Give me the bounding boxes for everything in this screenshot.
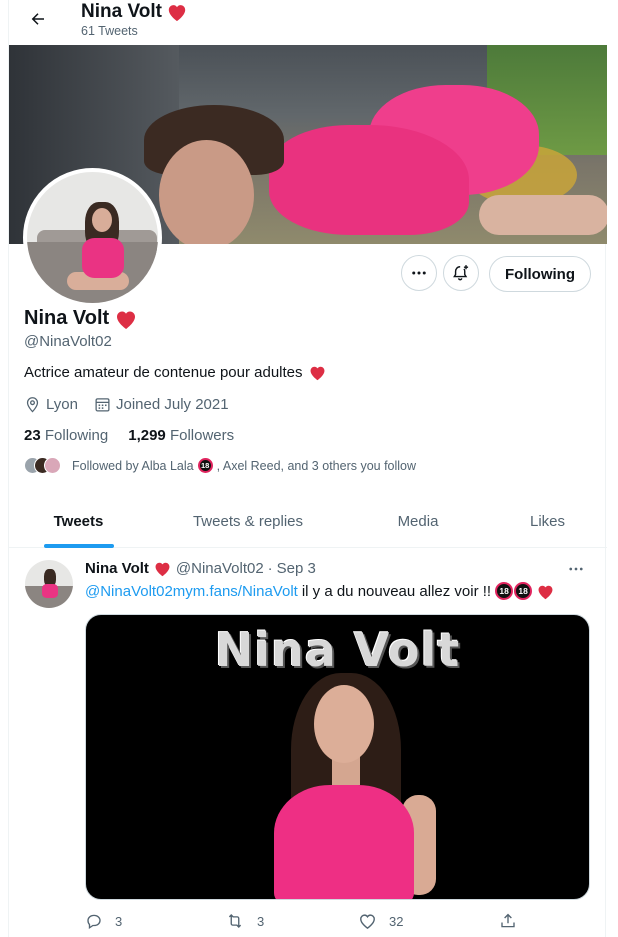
share-icon bbox=[501, 913, 515, 928]
profile-stats: 23 Following 1,299 Followers bbox=[24, 427, 234, 444]
tweet-actions: 3 3 32 bbox=[85, 912, 525, 932]
profile-tabs: Tweets Tweets & replies Media Likes bbox=[9, 495, 607, 548]
retweet-icon bbox=[228, 914, 242, 928]
calendar-icon bbox=[95, 398, 110, 412]
retweet-button[interactable]: 3 bbox=[225, 912, 264, 930]
tab-media[interactable]: Media bbox=[348, 495, 488, 548]
share-button[interactable] bbox=[499, 912, 517, 930]
profile-handle: @NinaVolt02 bbox=[24, 333, 112, 350]
followers-link[interactable]: 1,299 Followers bbox=[128, 427, 234, 444]
tweet-count: 61 Tweets bbox=[81, 24, 138, 38]
heart-icon bbox=[117, 311, 136, 329]
back-button[interactable] bbox=[25, 6, 51, 32]
followed-by-line[interactable]: Followed by Alba Lala 18 , Axel Reed, an… bbox=[24, 457, 416, 474]
heart-icon bbox=[155, 562, 170, 577]
following-link[interactable]: 23 Following bbox=[24, 427, 108, 444]
tab-tweets[interactable]: Tweets bbox=[9, 495, 148, 548]
profile-column: Nina Volt 61 Tweets Following Nina Volt … bbox=[8, 0, 607, 937]
profile-meta: Lyon Joined July 2021 bbox=[24, 396, 229, 413]
tab-tweets-replies[interactable]: Tweets & replies bbox=[148, 495, 348, 548]
location-icon bbox=[26, 397, 39, 413]
reply-button[interactable]: 3 bbox=[85, 912, 122, 930]
tweet-author-handle[interactable]: @NinaVolt02 bbox=[176, 560, 264, 577]
tab-likes[interactable]: Likes bbox=[488, 495, 607, 548]
header-title: Nina Volt bbox=[81, 1, 188, 23]
tweet-author-name[interactable]: Nina Volt bbox=[85, 560, 149, 577]
tweet-avatar[interactable] bbox=[25, 560, 73, 608]
more-icon bbox=[412, 271, 426, 275]
active-tab-indicator bbox=[43, 544, 114, 548]
tweet-link[interactable]: mym.fans/NinaVolt bbox=[173, 583, 298, 600]
heart-icon bbox=[168, 5, 186, 22]
profile-bio: Actrice amateur de contenue pour adultes bbox=[24, 364, 327, 381]
media-title-text: Nina Volt bbox=[214, 623, 461, 677]
tweet-separator: · bbox=[267, 560, 273, 577]
heart-icon bbox=[310, 366, 324, 381]
more-button[interactable] bbox=[401, 255, 437, 291]
reply-icon bbox=[87, 914, 101, 930]
follower-avatars bbox=[24, 457, 61, 474]
like-icon bbox=[360, 914, 375, 929]
tweet-header: Nina Volt @NinaVolt02 · Sep 3 bbox=[85, 560, 316, 577]
bell-plus-icon bbox=[453, 265, 469, 281]
eighteen-badge-icon: 18 bbox=[197, 458, 213, 473]
profile-avatar[interactable] bbox=[23, 168, 162, 307]
profile-name: Nina Volt bbox=[24, 307, 138, 330]
tweet-mention[interactable]: @NinaVolt02 bbox=[85, 583, 173, 600]
eighteen-badge-icon: 18 bbox=[495, 582, 514, 600]
following-button[interactable]: Following bbox=[489, 256, 591, 292]
top-header: Nina Volt 61 Tweets bbox=[9, 0, 607, 45]
like-button[interactable]: 32 bbox=[358, 912, 403, 930]
tweet-date[interactable]: Sep 3 bbox=[277, 560, 316, 577]
profile-joined: Joined July 2021 bbox=[94, 396, 229, 413]
tweet-more-button[interactable] bbox=[567, 560, 585, 582]
eighteen-badge-icon: 18 bbox=[514, 582, 533, 600]
heart-icon bbox=[538, 585, 553, 599]
tweet-text: @NinaVolt02 mym.fans/NinaVolt il y a du n… bbox=[85, 582, 555, 600]
tweet-media-image[interactable]: Nina Volt bbox=[85, 614, 590, 900]
more-icon bbox=[569, 567, 583, 571]
back-arrow-icon bbox=[31, 13, 44, 25]
profile-location: Lyon bbox=[24, 396, 78, 413]
notifications-button[interactable] bbox=[443, 255, 479, 291]
